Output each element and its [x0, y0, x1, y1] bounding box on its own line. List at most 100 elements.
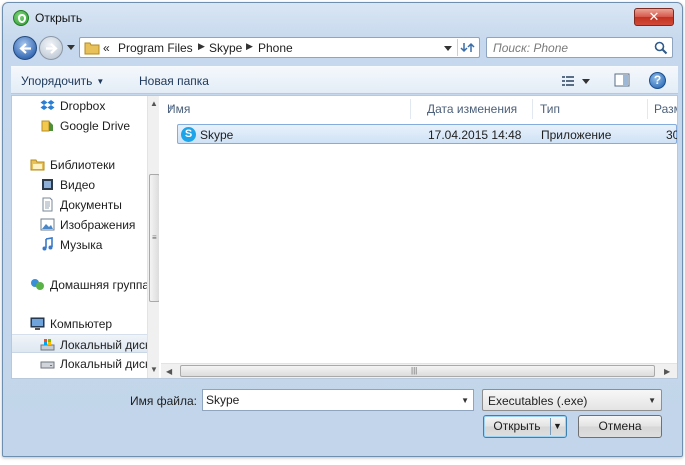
column-label: Дата изменения [427, 102, 518, 116]
back-button[interactable] [13, 36, 37, 60]
title-bar: Открыть ✕ [3, 3, 682, 33]
dropbox-icon [40, 100, 55, 110]
refresh-button[interactable] [457, 39, 477, 56]
nav-label: Домашняя группа [50, 278, 150, 292]
nav-item-images[interactable]: Изображения [12, 215, 159, 234]
cancel-button[interactable]: Отмена [578, 415, 662, 438]
video-icon [42, 179, 53, 190]
close-button[interactable]: ✕ [634, 8, 674, 26]
grip-icon: ≡ [152, 233, 157, 242]
scroll-left-icon[interactable]: ◀ [166, 367, 172, 376]
breadcrumb-separator-icon[interactable]: ▶ [198, 41, 205, 52]
column-label: Тип [540, 102, 561, 116]
address-bar[interactable]: « Program Files ▶ Skype ▶ Phone [79, 37, 480, 58]
skype-icon: S [181, 127, 196, 142]
music-icon [42, 237, 53, 251]
scroll-right-icon[interactable]: ▶ [664, 367, 670, 376]
nav-label: Dropbox [60, 99, 106, 113]
nav-item-dropbox[interactable]: Dropbox [12, 96, 159, 115]
column-header-name[interactable]: Имя ▲ [161, 99, 411, 119]
file-list-scrollbar[interactable]: ◀ ||| ▶ [161, 363, 677, 378]
column-header-type[interactable]: Тип [534, 99, 648, 119]
nav-item-music[interactable]: Музыка [12, 235, 159, 254]
search-box[interactable] [486, 37, 673, 58]
breadcrumb-program-files[interactable]: Program Files [118, 41, 193, 55]
refresh-icon [460, 42, 475, 53]
nav-label: Локальный диск [60, 357, 151, 371]
app-shield-icon [13, 10, 29, 26]
chevron-down-icon[interactable]: ▼ [553, 416, 562, 437]
forward-button[interactable] [39, 36, 63, 60]
help-icon: ? [653, 73, 662, 87]
file-size: 30 [666, 128, 677, 142]
breadcrumb-skype[interactable]: Skype [209, 41, 242, 55]
address-history-dropdown[interactable] [441, 40, 455, 55]
breadcrumb-separator-icon[interactable]: ▶ [246, 41, 253, 52]
nav-item-computer[interactable]: Компьютер [12, 314, 159, 333]
file-date: 17.04.2015 14:48 [428, 128, 522, 142]
scroll-up-icon[interactable]: ▲ [150, 99, 158, 108]
local-disk-icon [40, 361, 55, 369]
new-folder-button[interactable]: Новая папка [139, 74, 209, 88]
column-header-size[interactable]: Разм [648, 99, 677, 119]
file-name: Skype [200, 128, 234, 142]
preview-pane-icon [614, 73, 630, 87]
column-header-date[interactable]: Дата изменения [421, 99, 533, 119]
preview-pane-button[interactable] [614, 72, 630, 88]
sort-ascending-icon: ▲ [167, 102, 175, 111]
breadcrumb-overflow[interactable]: « [103, 41, 110, 55]
nav-label: Библиотеки [50, 158, 116, 172]
open-button-label: Открыть [493, 419, 541, 433]
nav-item-local-disk-c[interactable]: Локальный диск [12, 334, 159, 353]
nav-label: Видео [60, 178, 96, 192]
documents-icon [42, 197, 53, 212]
file-type-filter-value: Executables (.exe) [488, 394, 588, 408]
breadcrumb-phone[interactable]: Phone [258, 41, 293, 55]
organize-label: Упорядочить [21, 74, 93, 88]
nav-item-video[interactable]: Видео [12, 175, 159, 194]
open-button[interactable]: Открыть ▼ [483, 415, 567, 438]
scrollbar-thumb[interactable]: ||| [180, 365, 655, 377]
file-list-pane: Имя ▲ Дата изменения Тип Разм S Skype 17… [161, 96, 677, 378]
file-row[interactable]: S Skype 17.04.2015 14:48 Приложение 30 [177, 124, 677, 144]
organize-button[interactable]: Упорядочить ▼ [21, 74, 104, 88]
folder-icon [84, 42, 100, 55]
split-divider [550, 418, 551, 435]
view-list-icon [562, 76, 590, 86]
nav-item-documents[interactable]: Документы [12, 195, 159, 214]
homegroup-icon [31, 279, 44, 290]
view-options-button[interactable] [561, 73, 591, 89]
command-bar: Упорядочить ▼ Новая папка ? [11, 66, 678, 94]
grip-icon: ||| [411, 366, 418, 375]
search-icon[interactable] [654, 41, 668, 55]
navigation-pane: Dropbox Google Drive Библиотеки Видео До… [12, 96, 159, 378]
file-type-filter[interactable]: Executables (.exe) ▼ [482, 389, 662, 411]
arrow-right-icon [46, 43, 58, 54]
nav-label: Музыка [60, 238, 103, 252]
filename-combobox[interactable]: ▼ [202, 389, 474, 411]
nav-label: Google Drive [60, 119, 131, 133]
computer-icon [30, 317, 45, 330]
scrollbar-thumb[interactable]: ≡ [149, 174, 159, 302]
window-title: Открыть [35, 11, 83, 25]
help-button[interactable]: ? [649, 72, 666, 89]
filename-input[interactable] [206, 393, 446, 407]
scroll-down-icon[interactable]: ▼ [150, 365, 158, 374]
nav-item-google-drive[interactable]: Google Drive [12, 116, 159, 135]
close-icon: ✕ [648, 9, 660, 24]
column-label: Разм [654, 102, 677, 116]
nav-item-homegroup[interactable]: Домашняя группа [12, 275, 159, 294]
navigation-scrollbar[interactable]: ▲ ≡ ▼ [147, 96, 159, 378]
file-type: Приложение [541, 128, 612, 142]
open-file-dialog: Открыть ✕ « Program Files ▶ Skype ▶ Phon… [2, 2, 683, 457]
nav-item-libraries[interactable]: Библиотеки [12, 155, 159, 174]
search-input[interactable] [493, 40, 643, 55]
recent-pages-dropdown[interactable] [67, 43, 75, 51]
content-area: Dropbox Google Drive Библиотеки Видео До… [11, 95, 678, 379]
nav-item-local-disk-d[interactable]: Локальный диск [12, 354, 159, 373]
libraries-icon [30, 159, 45, 171]
chevron-down-icon[interactable]: ▼ [461, 396, 469, 405]
chevron-down-icon: ▼ [648, 396, 656, 405]
arrow-left-icon [19, 43, 31, 54]
nav-label: Локальный диск [60, 338, 151, 352]
